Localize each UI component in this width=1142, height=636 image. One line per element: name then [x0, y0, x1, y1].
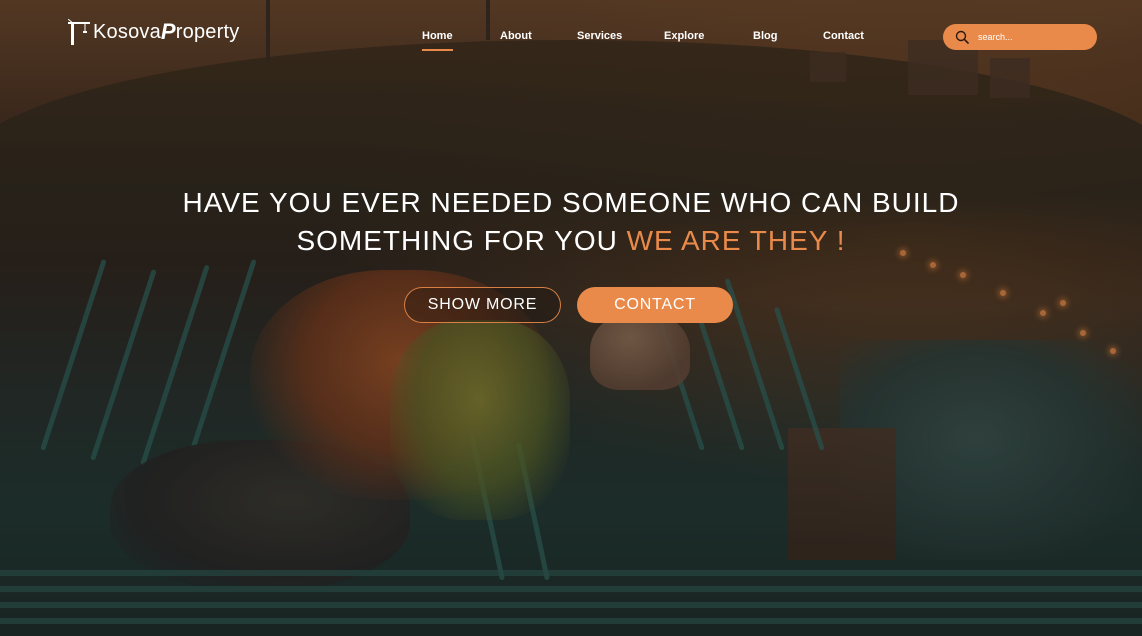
dark-overlay — [0, 0, 1142, 636]
nav-item-blog[interactable]: Blog — [753, 30, 777, 42]
nav-item-services[interactable]: Services — [577, 30, 622, 42]
nav-item-contact[interactable]: Contact — [823, 30, 864, 42]
crane-icon — [68, 19, 90, 45]
search-icon — [955, 30, 969, 44]
nav-item-about[interactable]: About — [500, 30, 532, 42]
hero-line-2-accent: WE ARE THEY ! — [626, 225, 846, 256]
hero-section: Kosova Property Home About Services Explo… — [0, 0, 1142, 636]
logo-text-bold: P — [160, 19, 176, 44]
hero-headline: HAVE YOU EVER NEEDED SOMEONE WHO CAN BUI… — [0, 184, 1142, 260]
search-bar[interactable] — [943, 24, 1097, 50]
nav-item-home[interactable]: Home — [422, 30, 453, 51]
site-logo[interactable]: Kosova Property — [68, 19, 239, 45]
logo-text-regular: Kosova — [93, 20, 161, 43]
contact-button[interactable]: CONTACT — [577, 287, 733, 323]
logo-text-rest: roperty — [175, 20, 240, 43]
nav-item-explore[interactable]: Explore — [664, 30, 704, 42]
hero-line-1: HAVE YOU EVER NEEDED SOMEONE WHO CAN BUI… — [182, 187, 960, 218]
search-input[interactable] — [976, 31, 1090, 43]
hero-line-2: SOMETHING FOR YOU — [296, 225, 627, 256]
show-more-button[interactable]: SHOW MORE — [404, 287, 561, 323]
